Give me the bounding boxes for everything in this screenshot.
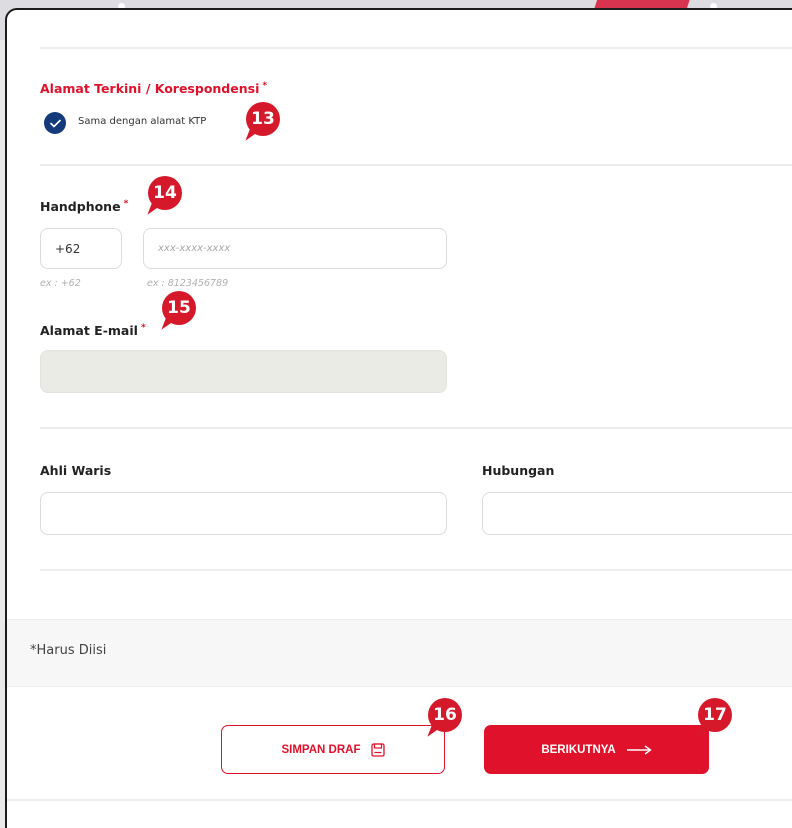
footer-band: [7, 619, 792, 687]
country-code-value: +62: [55, 241, 81, 256]
phone-number-placeholder: xxx-xxxx-xxxx: [158, 243, 231, 254]
required-mark: *: [262, 81, 268, 91]
address-title-text: Alamat Terkini / Korespondensi: [40, 81, 260, 96]
heir-input[interactable]: [40, 492, 447, 535]
relationship-input[interactable]: [482, 492, 792, 535]
address-section-title: Alamat Terkini / Korespondensi *: [40, 81, 267, 96]
badge-number: 14: [153, 183, 177, 203]
next-label: BERIKUTNYA: [541, 743, 616, 756]
save-draft-button[interactable]: SIMPAN DRAF: [221, 725, 445, 774]
same-as-ktp-checkbox[interactable]: [44, 112, 66, 134]
badge-number: 16: [433, 705, 457, 725]
next-button[interactable]: BERIKUTNYA: [484, 725, 709, 774]
step-badge-14: 14: [148, 176, 182, 210]
step-badge-15: 15: [162, 291, 196, 325]
same-as-ktp-label[interactable]: Sama dengan alamat KTP: [78, 116, 206, 127]
divider: [40, 427, 792, 429]
email-title-text: Alamat E-mail: [40, 323, 138, 338]
badge-number: 13: [251, 109, 275, 129]
badge-number: 17: [703, 705, 727, 725]
check-icon: [49, 119, 61, 127]
badge-number: 15: [167, 298, 191, 318]
save-icon: [370, 742, 385, 757]
divider: [7, 799, 792, 801]
form-card: Alamat Terkini / Korespondensi * Sama den…: [5, 8, 792, 828]
step-badge-13: 13: [246, 102, 280, 136]
country-code-hint: ex : +62: [40, 278, 81, 289]
divider: [40, 47, 792, 49]
phone-section-title: Handphone *: [40, 199, 128, 214]
required-mark: *: [123, 199, 129, 209]
step-badge-17: 17: [698, 698, 732, 732]
email-input[interactable]: [40, 350, 447, 393]
divider: [40, 569, 792, 571]
required-note: *Harus Diisi: [30, 643, 107, 658]
save-draft-label: SIMPAN DRAF: [281, 743, 361, 756]
phone-number-input[interactable]: xxx-xxxx-xxxx: [143, 228, 447, 269]
required-mark: *: [140, 323, 146, 333]
country-code-input[interactable]: +62: [40, 228, 122, 269]
arrow-right-icon: [626, 744, 652, 755]
phone-title-text: Handphone: [40, 199, 121, 214]
divider: [40, 164, 792, 166]
relationship-section-title: Hubungan: [482, 463, 555, 478]
email-section-title: Alamat E-mail *: [40, 323, 146, 338]
phone-number-hint: ex : 8123456789: [147, 278, 229, 289]
heir-section-title: Ahli Waris: [40, 463, 112, 478]
step-badge-16: 16: [428, 698, 462, 732]
